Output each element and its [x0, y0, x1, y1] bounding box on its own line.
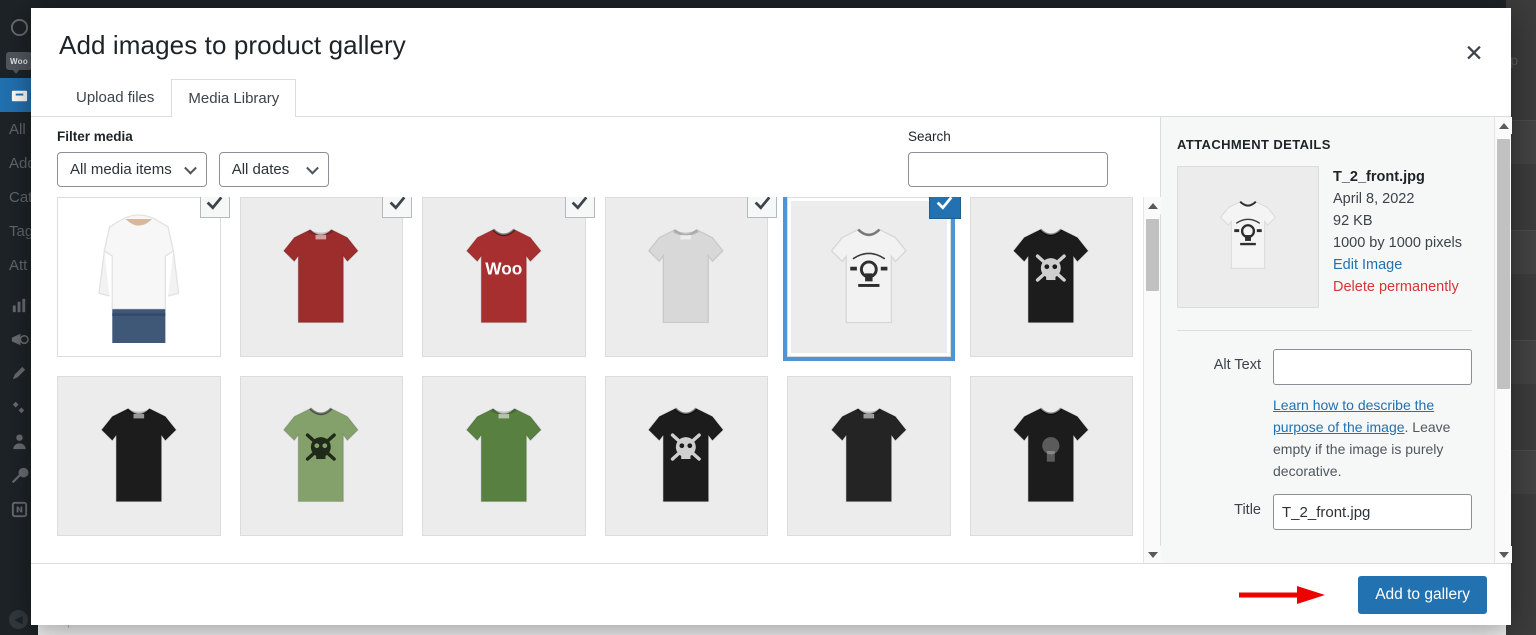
scroll-down-icon[interactable]: [1495, 546, 1512, 563]
attachment-preview-thumbnail: [1177, 166, 1319, 308]
media-item-10[interactable]: [604, 376, 768, 536]
tshirt-preview-icon: [1219, 200, 1277, 269]
modal-footer: Add to gallery: [31, 563, 1511, 625]
checkmark-icon[interactable]: [747, 197, 777, 218]
media-item-3[interactable]: Woo: [422, 197, 595, 357]
close-icon[interactable]: ✕: [1451, 30, 1497, 76]
attachment-details-heading: ATTACHMENT DETAILS: [1177, 137, 1331, 152]
modal-header: Add images to product gallery ✕ Upload f…: [31, 8, 1511, 117]
media-thumbnail[interactable]: [57, 197, 221, 357]
library-column: Filter media All media items All dates S: [31, 117, 1161, 563]
media-item-9[interactable]: [422, 376, 586, 536]
media-thumbnail[interactable]: [604, 197, 768, 357]
checkmark-icon[interactable]: [564, 197, 595, 218]
tshirt-icon: [253, 211, 389, 344]
chevron-down-icon: [305, 161, 319, 175]
media-modal: Add images to product gallery ✕ Upload f…: [31, 8, 1512, 625]
media-item-2[interactable]: [239, 197, 412, 357]
checkmark-icon[interactable]: [382, 197, 412, 218]
media-thumbnail[interactable]: [239, 376, 403, 536]
media-item-8[interactable]: [239, 376, 403, 536]
media-thumbnail[interactable]: Woo: [422, 197, 586, 357]
date-filter-select[interactable]: All dates: [218, 152, 329, 187]
date-filter-value: All dates: [231, 161, 290, 178]
media-item-11[interactable]: [787, 376, 951, 536]
tab-media-library[interactable]: Media Library: [171, 79, 297, 117]
media-item-5[interactable]: [787, 197, 961, 357]
media-item-1[interactable]: [57, 197, 230, 357]
attachment-date: April 8, 2022: [1333, 191, 1415, 208]
details-divider: [1177, 330, 1472, 331]
grid-scrollbar-thumb[interactable]: [1146, 219, 1159, 291]
attachment-dimensions: 1000 by 1000 pixels: [1333, 235, 1462, 252]
woocommerce-icon[interactable]: Woo: [6, 52, 32, 74]
modal-body: Filter media All media items All dates S: [31, 117, 1512, 563]
media-thumbnail[interactable]: [969, 376, 1133, 536]
media-grid: Woo: [57, 197, 1143, 563]
title-row: Title: [1177, 494, 1472, 531]
attachment-filesize: 92 KB: [1333, 213, 1373, 230]
media-thumbnail[interactable]: [969, 197, 1133, 357]
title-field[interactable]: [1273, 494, 1472, 531]
checkmark-icon[interactable]: [928, 197, 961, 219]
scroll-down-icon[interactable]: [1144, 546, 1161, 563]
alt-text-field[interactable]: [1273, 349, 1472, 385]
alt-text-helper: Learn how to describe the purpose of the…: [1273, 394, 1472, 482]
search-input[interactable]: [908, 152, 1108, 187]
media-thumbnail[interactable]: [787, 376, 951, 536]
scroll-up-icon[interactable]: [1495, 117, 1512, 134]
scroll-up-icon[interactable]: [1144, 197, 1161, 214]
tshirt-icon: [801, 390, 937, 523]
filter-group: Filter media All media items All dates: [57, 129, 329, 187]
attachment-details-panel: ATTACHMENT DETAILS T_2_front.jpg April 8…: [1160, 117, 1512, 563]
media-item-4[interactable]: [604, 197, 777, 357]
search-label: Search: [908, 129, 951, 144]
alt-text-label: Alt Text: [1213, 357, 1261, 373]
media-thumbnail[interactable]: [604, 376, 768, 536]
tshirt-icon: [801, 211, 937, 344]
alt-text-row: Alt Text: [1177, 349, 1472, 385]
tshirt-icon: [71, 210, 207, 344]
page-title: Add images to product gallery: [59, 30, 406, 60]
delete-permanently-link[interactable]: Delete permanently: [1333, 276, 1462, 298]
media-type-select[interactable]: All media items: [57, 152, 207, 187]
tshirt-icon: [618, 211, 754, 344]
media-type-value: All media items: [70, 161, 172, 178]
search-group: Search: [908, 129, 1136, 187]
details-scrollbar[interactable]: [1494, 117, 1512, 563]
annotation-arrow-icon: [1239, 585, 1325, 604]
checkmark-icon[interactable]: [199, 197, 230, 218]
tshirt-icon: [983, 211, 1119, 344]
modal-tabs: Upload files Media Library: [59, 79, 1483, 117]
media-item-12[interactable]: [969, 376, 1133, 536]
tshirt-icon: Woo: [436, 211, 572, 344]
title-label: Title: [1234, 502, 1261, 519]
media-grid-wrap: Woo: [31, 197, 1161, 563]
media-thumbnail[interactable]: [422, 376, 586, 536]
media-toolbar: Filter media All media items All dates S: [31, 117, 1160, 197]
edit-image-link[interactable]: Edit Image: [1333, 254, 1462, 276]
attachment-filename: T_2_front.jpg: [1333, 169, 1425, 185]
media-thumbnail[interactable]: [239, 197, 403, 357]
details-scrollbar-thumb[interactable]: [1497, 139, 1510, 389]
svg-text:Woo: Woo: [485, 258, 522, 278]
tshirt-icon: [618, 390, 754, 523]
filter-media-label: Filter media: [57, 129, 133, 144]
add-to-gallery-button[interactable]: Add to gallery: [1358, 575, 1487, 614]
media-item-6[interactable]: [969, 197, 1133, 357]
tshirt-icon: [71, 390, 207, 523]
chevron-down-icon: [183, 161, 197, 175]
grid-scrollbar[interactable]: [1143, 197, 1161, 563]
collapse-arrow-icon: ◀: [9, 610, 28, 629]
tshirt-icon: [983, 390, 1119, 523]
media-thumbnail[interactable]: [57, 376, 221, 536]
tab-upload-files[interactable]: Upload files: [59, 79, 171, 116]
tshirt-icon: [436, 390, 572, 523]
media-item-7[interactable]: [57, 376, 221, 536]
media-thumbnail[interactable]: [787, 197, 951, 357]
tshirt-icon: [253, 390, 389, 523]
